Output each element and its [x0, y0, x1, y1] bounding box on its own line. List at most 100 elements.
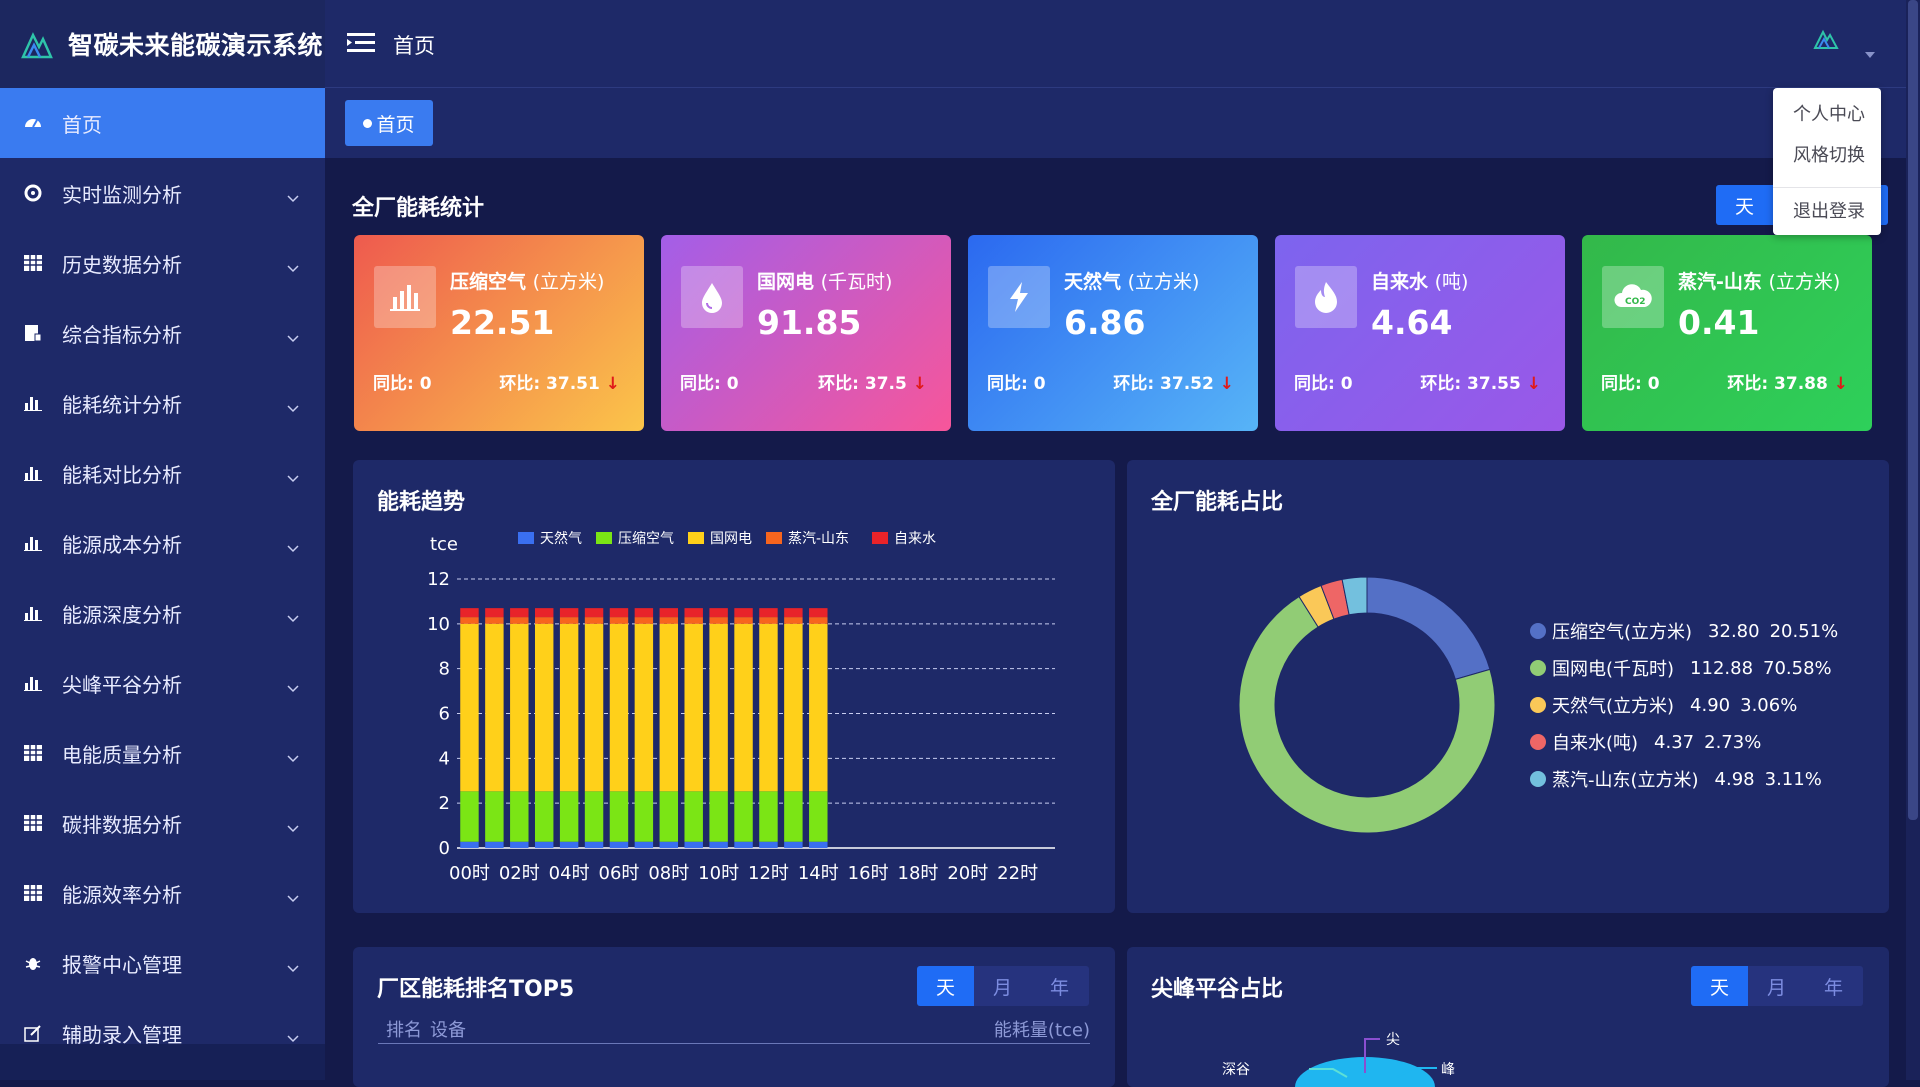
- card-mom: 环比: 37.55 ↓: [1420, 369, 1541, 394]
- page-scrollbar[interactable]: [1906, 0, 1920, 1080]
- card-yoy: 同比: 0: [680, 374, 739, 394]
- bar-segment: [584, 617, 604, 624]
- sidebar-item-11[interactable]: 能源效率分析: [0, 858, 325, 928]
- period-day-tab[interactable]: 天: [1716, 185, 1773, 225]
- bar-segment: [534, 608, 554, 618]
- co2-cloud-icon: CO2: [1602, 266, 1664, 328]
- tag-dot-icon: [363, 118, 373, 128]
- user-menu-caret-icon[interactable]: [1865, 52, 1875, 58]
- card-value: 6.86: [1064, 303, 1146, 342]
- card-unit: (千瓦时): [820, 271, 893, 293]
- menu-item-profile[interactable]: 个人中心: [1793, 100, 1865, 126]
- chevron-down-icon: [287, 954, 299, 978]
- bar-segment: [634, 791, 654, 842]
- sidebar-item-9[interactable]: 电能质量分析: [0, 718, 325, 788]
- sidebar-item-8[interactable]: 尖峰平谷分析: [0, 648, 325, 718]
- bar-segment: [609, 841, 629, 848]
- legend-dot-icon: [1530, 697, 1546, 713]
- bar-segment: [584, 841, 604, 848]
- stat-card[interactable]: CO2 蒸汽-山东 (立方米) 0.41 同比: 0 环比: 37.88 ↓: [1582, 235, 1872, 431]
- bar-segment: [534, 617, 554, 624]
- chevron-down-icon: [287, 604, 299, 628]
- bug-icon: [22, 952, 44, 974]
- tag-home[interactable]: 首页: [345, 100, 433, 146]
- ranking-day-tab[interactable]: 天: [917, 966, 974, 1006]
- x-tick-label: 18时: [898, 863, 939, 884]
- sidebar-item-7[interactable]: 能源深度分析: [0, 578, 325, 648]
- pie-legend-item[interactable]: 蒸汽-山东(立方米) 4.98 3.11%: [1530, 766, 1822, 792]
- x-tick-label: 22时: [997, 863, 1038, 884]
- water-drop-icon: [681, 266, 743, 328]
- menu-toggle-icon[interactable]: [347, 32, 375, 54]
- bar-segment: [559, 623, 579, 792]
- x-tick-label: 06时: [599, 863, 640, 884]
- legend-dot-icon: [1530, 771, 1546, 787]
- stat-card[interactable]: 自来水 (吨) 4.64 同比: 0 环比: 37.55 ↓: [1275, 235, 1565, 431]
- sidebar-item-1[interactable]: 实时监测分析: [0, 158, 325, 228]
- sidebar-item-10[interactable]: 碳排数据分析: [0, 788, 325, 858]
- sidebar-item-12[interactable]: 报警中心管理: [0, 928, 325, 998]
- sidebar-item-3[interactable]: 综合指标分析: [0, 298, 325, 368]
- stat-card[interactable]: 国网电 (千瓦时) 91.85 同比: 0 环比: 37.5 ↓: [661, 235, 951, 431]
- chevron-down-icon: [287, 254, 299, 278]
- y-tick-label: 4: [439, 748, 450, 769]
- bar-segment: [684, 617, 703, 624]
- sidebar-item-4[interactable]: 能耗统计分析: [0, 368, 325, 438]
- sidebar-item-6[interactable]: 能源成本分析: [0, 508, 325, 578]
- scrollbar-thumb[interactable]: [1908, 0, 1918, 820]
- ranking-month-tab[interactable]: 月: [974, 966, 1031, 1006]
- chevron-down-icon: [287, 464, 299, 488]
- donut-slice[interactable]: [1366, 576, 1491, 681]
- card-unit: (吨): [1434, 271, 1469, 293]
- card-value: 0.41: [1678, 303, 1760, 342]
- bar-segment: [809, 841, 828, 848]
- stat-card[interactable]: 压缩空气 (立方米) 22.51 同比: 0 环比: 37.51 ↓: [354, 235, 644, 431]
- x-tick-label: 08时: [648, 863, 689, 884]
- bar-segment: [709, 841, 728, 848]
- legend-swatch: [596, 532, 612, 544]
- avatar-icon[interactable]: [1813, 28, 1839, 50]
- card-label: 国网电: [757, 271, 815, 293]
- card-yoy: 同比: 0: [373, 374, 432, 394]
- x-tick-label: 04时: [549, 863, 590, 884]
- chevron-down-icon: [287, 184, 299, 208]
- card-name: 自来水 (吨): [1371, 267, 1468, 294]
- menu-item-theme-switch[interactable]: 风格切换: [1793, 141, 1865, 167]
- bar-segment: [609, 623, 629, 792]
- peak-month-tab[interactable]: 月: [1748, 966, 1805, 1006]
- sidebar-item-label: 碳排数据分析: [62, 812, 182, 837]
- pie-legend-item[interactable]: 压缩空气(立方米) 32.80 20.51%: [1530, 618, 1838, 644]
- pie-legend-percent: 3.11%: [1764, 768, 1822, 790]
- bar-segment: [784, 623, 803, 792]
- card-label: 天然气: [1064, 271, 1122, 293]
- bar-segment: [659, 623, 679, 792]
- card-unit: (立方米): [532, 271, 605, 293]
- menu-item-logout[interactable]: 退出登录: [1793, 197, 1865, 223]
- bar-segment: [759, 623, 778, 792]
- bar-segment: [684, 791, 703, 842]
- bar-segment: [634, 841, 654, 848]
- bar-segment: [534, 841, 554, 848]
- table-icon: [22, 252, 44, 274]
- bar-segment: [510, 791, 529, 842]
- bar-segment: [460, 617, 479, 624]
- peak-day-tab[interactable]: 天: [1691, 966, 1748, 1006]
- sidebar-item-label: 能耗统计分析: [62, 392, 182, 417]
- bar-chart-icon: [22, 392, 44, 414]
- pie-legend-item[interactable]: 天然气(立方米) 4.90 3.06%: [1530, 692, 1797, 718]
- sidebar-item-2[interactable]: 历史数据分析: [0, 228, 325, 298]
- breadcrumb-home[interactable]: 首页: [393, 30, 435, 60]
- sidebar-item-0[interactable]: 首页: [0, 88, 325, 158]
- sidebar-item-5[interactable]: 能耗对比分析: [0, 438, 325, 508]
- pie-legend-item[interactable]: 自来水(吨) 4.37 2.73%: [1530, 729, 1761, 755]
- peak-year-tab[interactable]: 年: [1805, 966, 1862, 1006]
- bar-segment: [809, 791, 828, 842]
- pie-legend-value: 4.98: [1714, 768, 1755, 790]
- edit-icon: [22, 1022, 44, 1044]
- pie-legend-item[interactable]: 国网电(千瓦时) 112.88 70.58%: [1530, 655, 1832, 681]
- ranking-year-tab[interactable]: 年: [1031, 966, 1088, 1006]
- stat-card[interactable]: 天然气 (立方米) 6.86 同比: 0 环比: 37.52 ↓: [968, 235, 1258, 431]
- card-unit: (立方米): [1768, 271, 1841, 293]
- card-mom-text: 环比: 37.55: [1420, 374, 1521, 394]
- card-name: 压缩空气 (立方米): [450, 267, 604, 294]
